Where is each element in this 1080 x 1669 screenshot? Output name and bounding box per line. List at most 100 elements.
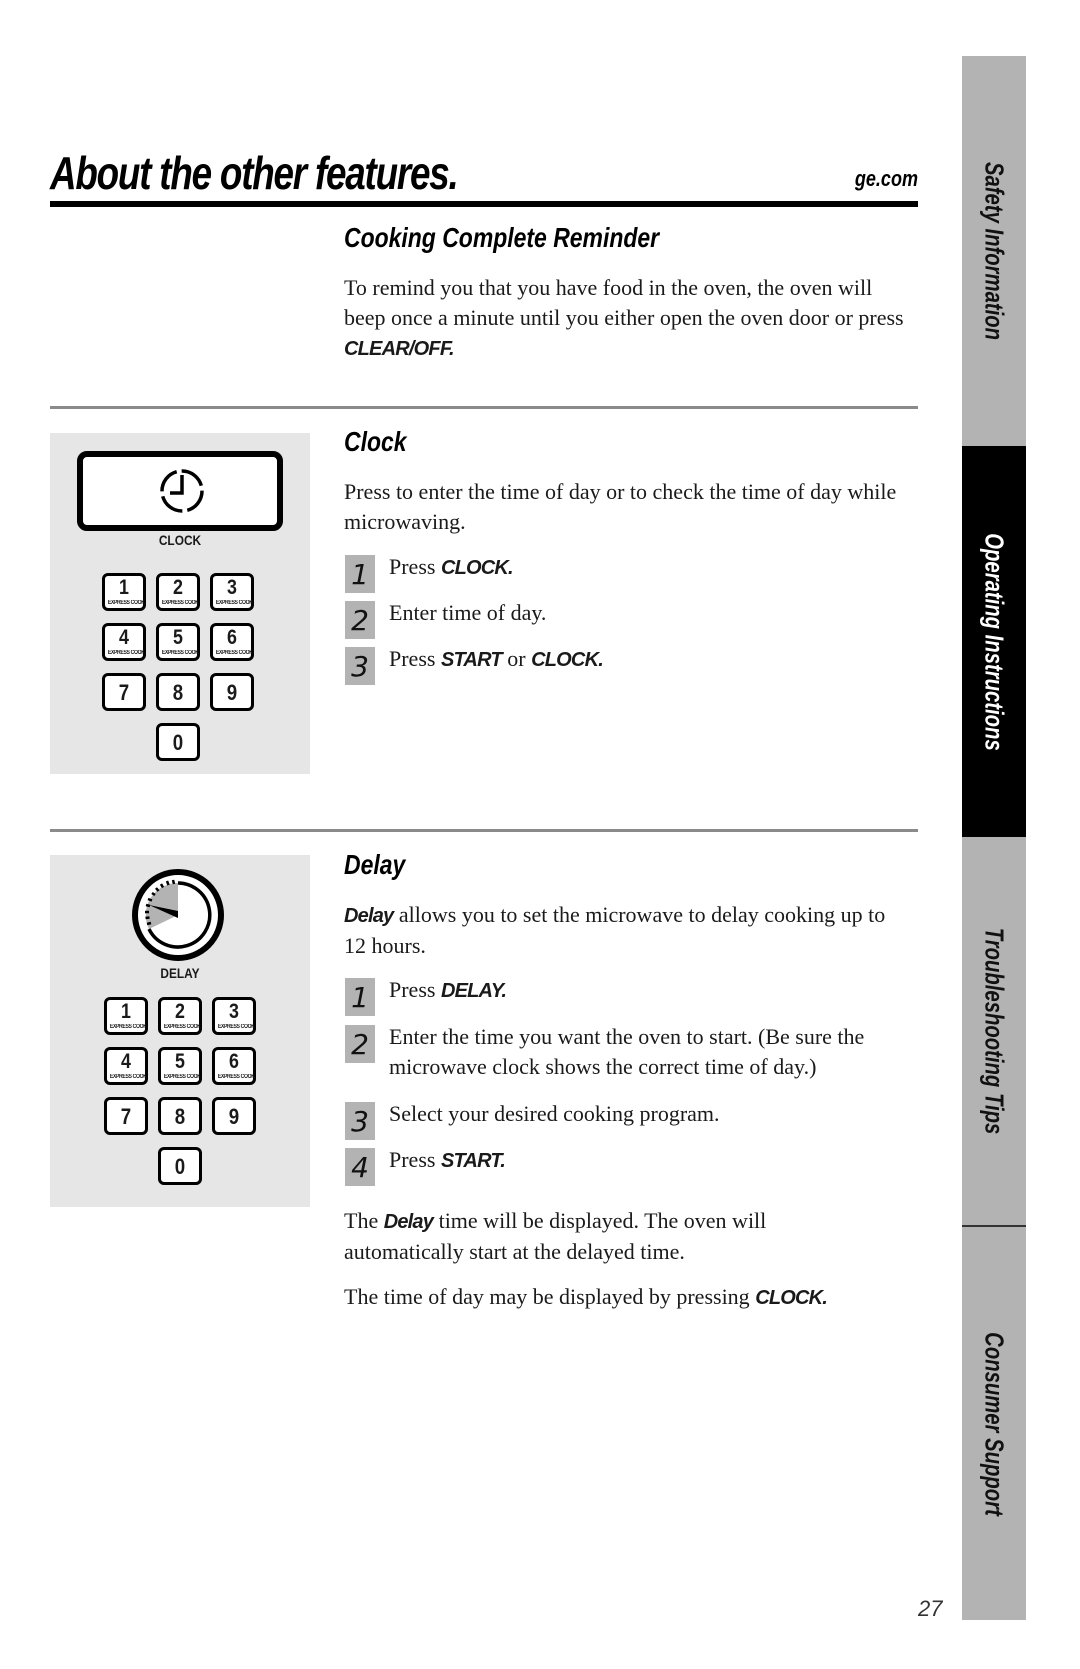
keypad-key-7[interactable]: 7 (102, 673, 146, 711)
key-number: 6 (229, 1050, 239, 1073)
key-number: 1 (119, 576, 129, 599)
keypad-key-7[interactable]: 7 (104, 1097, 148, 1135)
step-text: Press DELAY. (389, 977, 507, 1002)
tab-label: Safety Information (979, 161, 1010, 341)
delay-label: DELAY (160, 965, 200, 981)
tab-label: Consumer Support (979, 1331, 1010, 1516)
key-number: 4 (119, 626, 129, 649)
keypad-key-2[interactable]: 2 EXPRESS COOK (156, 573, 200, 611)
step-text: Press CLOCK. (389, 554, 514, 579)
tab-consumer-support[interactable]: Consumer Support (962, 1227, 1026, 1620)
delay-step: 2 Enter the time you want the oven to st… (345, 1022, 920, 1092)
step-text: Select your desired cooking program. (389, 1101, 720, 1126)
tab-label: Troubleshooting Tips (979, 927, 1010, 1135)
clock-step: 2 Enter time of day. (345, 598, 920, 642)
section-title-clock: Clock (344, 426, 407, 457)
delay-button[interactable] (130, 867, 226, 963)
key-sublabel: EXPRESS COOK (109, 1074, 147, 1080)
step-number-badge: 3 (345, 1102, 375, 1140)
step-number-badge: 4 (345, 1148, 375, 1186)
keypad-key-6[interactable]: 6 EXPRESS COOK (212, 1047, 256, 1085)
keypad-key-3[interactable]: 3 EXPRESS COOK (210, 573, 254, 611)
keypad-key-5[interactable]: 5 EXPRESS COOK (158, 1047, 202, 1085)
clock-description: Press to enter the time of day or to che… (344, 479, 897, 534)
keypad-key-8[interactable]: 8 (156, 673, 200, 711)
keypad-key-0[interactable]: 0 (158, 1147, 202, 1185)
key-number: 6 (227, 626, 237, 649)
key-number: 2 (173, 576, 183, 599)
key-number: 5 (175, 1050, 185, 1073)
clock-step: 1 Press CLOCK. (345, 552, 920, 596)
keypad-key-4[interactable]: 4 EXPRESS COOK (102, 623, 146, 661)
key-sublabel: EXPRESS COOK (163, 1074, 201, 1080)
page-title: About the other features. (50, 147, 459, 199)
clock-icon (160, 469, 204, 513)
site-link[interactable]: ge.com (855, 166, 918, 192)
delay-step: 3 Select your desired cooking program. (345, 1099, 920, 1143)
delay-step: 1 Press DELAY. (345, 975, 920, 1019)
keypad-key-9[interactable]: 9 (212, 1097, 256, 1135)
key-number: 1 (121, 1000, 131, 1023)
key-number: 9 (228, 1104, 240, 1129)
key-number: 0 (172, 730, 184, 755)
delay-keypad: 1 EXPRESS COOK 2 EXPRESS COOK 3 EXPRESS COOK 4… (104, 997, 264, 1197)
section-title-delay: Delay (344, 849, 406, 880)
step-number-badge: 3 (345, 647, 375, 685)
keypad-key-9[interactable]: 9 (210, 673, 254, 711)
title-rule (50, 201, 918, 207)
keypad-key-0[interactable]: 0 (156, 723, 200, 761)
keypad-key-6[interactable]: 6 EXPRESS COOK (210, 623, 254, 661)
key-number: 3 (227, 576, 237, 599)
clock-label: CLOCK (158, 532, 202, 548)
key-number: 8 (172, 680, 184, 705)
key-number: 7 (118, 680, 130, 705)
keypad-key-8[interactable]: 8 (158, 1097, 202, 1135)
key-sublabel: EXPRESS COOK (161, 650, 199, 656)
keypad-key-5[interactable]: 5 EXPRESS COOK (156, 623, 200, 661)
tab-troubleshooting-tips[interactable]: Troubleshooting Tips (962, 837, 1026, 1227)
step-number-badge: 2 (345, 1025, 375, 1063)
clock-button[interactable] (77, 451, 283, 531)
key-sublabel: EXPRESS COOK (109, 1024, 147, 1030)
keypad-key-2[interactable]: 2 EXPRESS COOK (158, 997, 202, 1035)
reminder-text: To remind you that you have food in the … (344, 273, 919, 364)
key-number: 5 (173, 626, 183, 649)
clock-keypad: 1 EXPRESS COOK 2 EXPRESS COOK 3 EXPRESS COOK 4… (102, 573, 262, 763)
key-sublabel: EXPRESS COOK (163, 1024, 201, 1030)
keypad-key-3[interactable]: 3 EXPRESS COOK (212, 997, 256, 1035)
delay-note-display: The Delay time will be displayed. The ov… (344, 1208, 767, 1264)
section-divider (50, 406, 918, 409)
key-sublabel: EXPRESS COOK (161, 600, 199, 606)
clear-off-keyword: CLEAR/OFF. (344, 338, 455, 360)
page-number: 27 (918, 1596, 943, 1621)
key-sublabel: EXPRESS COOK (215, 650, 253, 656)
tab-safety-information[interactable]: Safety Information (962, 56, 1026, 446)
step-number-badge: 1 (345, 978, 375, 1016)
step-number-badge: 2 (345, 601, 375, 639)
keypad-key-1[interactable]: 1 EXPRESS COOK (102, 573, 146, 611)
key-number: 0 (174, 1154, 186, 1179)
key-sublabel: EXPRESS COOK (217, 1074, 255, 1080)
keypad-key-1[interactable]: 1 EXPRESS COOK (104, 997, 148, 1035)
tab-label: Operating Instructions (979, 532, 1010, 751)
tab-operating-instructions[interactable]: Operating Instructions (962, 446, 1026, 837)
key-number: 8 (174, 1104, 186, 1129)
step-number-badge: 1 (345, 555, 375, 593)
step-text: Press START or CLOCK. (389, 646, 604, 671)
key-sublabel: EXPRESS COOK (107, 650, 145, 656)
key-number: 7 (120, 1104, 132, 1129)
keypad-key-4[interactable]: 4 EXPRESS COOK (104, 1047, 148, 1085)
key-number: 3 (229, 1000, 239, 1023)
delay-step: 4 Press START. (345, 1145, 920, 1189)
key-number: 2 (175, 1000, 185, 1023)
key-sublabel: EXPRESS COOK (217, 1024, 255, 1030)
key-sublabel: EXPRESS COOK (215, 600, 253, 606)
delay-keypad-panel: DELAY 1 EXPRESS COOK 2 EXPRESS COOK 3 EXPRESS… (50, 855, 310, 1207)
step-text: Enter time of day. (389, 600, 547, 625)
section-divider (50, 829, 918, 832)
key-sublabel: EXPRESS COOK (107, 600, 145, 606)
clock-step: 3 Press START or CLOCK. (345, 644, 920, 688)
reminder-text-body: To remind you that you have food in the … (344, 275, 904, 330)
key-number: 4 (121, 1050, 131, 1073)
delay-note-clock: The time of day may be displayed by pres… (344, 1284, 828, 1309)
